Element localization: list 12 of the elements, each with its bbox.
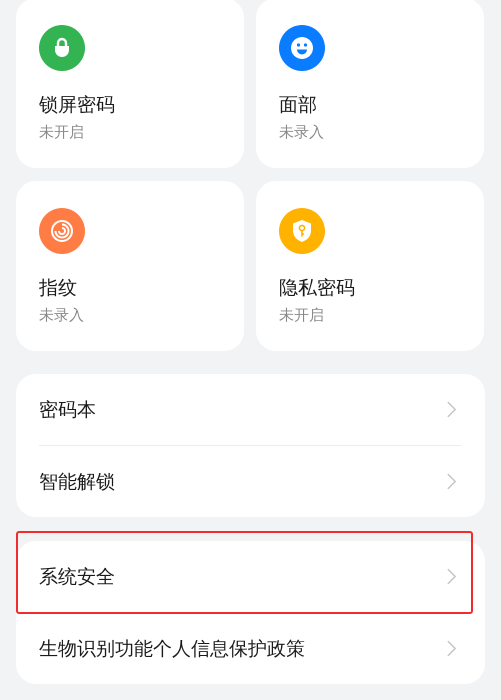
settings-row[interactable]: 智能解锁 — [16, 446, 485, 517]
settings-row[interactable]: 生物识别功能个人信息保护政策 — [16, 613, 485, 684]
settings-row[interactable]: 系统安全 — [16, 541, 485, 612]
chevron-icon — [446, 400, 457, 419]
chevron-icon — [446, 567, 457, 586]
security-tile[interactable]: 指纹 未录入 — [16, 181, 244, 351]
chevron-icon — [446, 472, 457, 491]
security-tile[interactable]: 面部 未录入 — [256, 0, 484, 168]
chevron-icon — [446, 639, 457, 658]
security-tile[interactable]: 隐私密码 未开启 — [256, 181, 484, 351]
security-tile[interactable]: 锁屏密码 未开启 — [16, 0, 244, 168]
settings-row[interactable]: 密码本 — [16, 374, 485, 445]
